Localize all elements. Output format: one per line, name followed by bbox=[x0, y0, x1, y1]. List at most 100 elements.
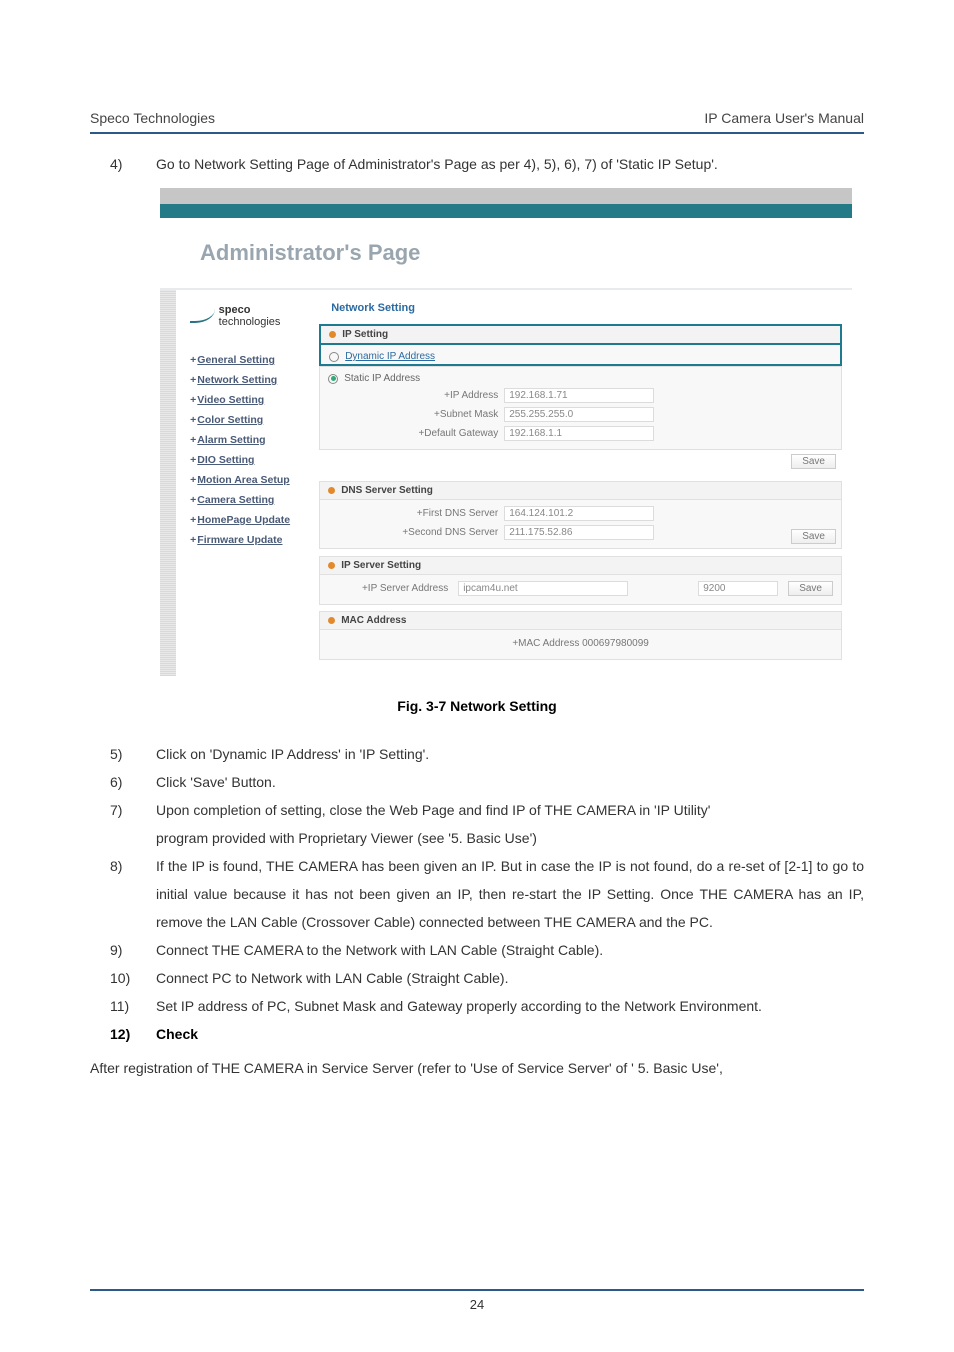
dynamic-ip-label[interactable]: Dynamic IP Address bbox=[345, 351, 435, 362]
ip-setting-box: IP Setting Dynamic IP Address Static IP … bbox=[319, 324, 842, 475]
gateway-row: +Default Gateway 192.168.1.1 bbox=[328, 424, 833, 443]
dns-first-row: +First DNS Server 164.124.101.2 bbox=[328, 504, 833, 523]
gateway-input[interactable]: 192.168.1.1 bbox=[504, 426, 654, 441]
nav-firmware-update[interactable]: Firmware Update bbox=[190, 530, 303, 550]
header-right: IP Camera User's Manual bbox=[704, 110, 864, 126]
step-row: 9) Connect THE CAMERA to the Network with… bbox=[110, 936, 864, 964]
step-row: 5)Click on 'Dynamic IP Address' in 'IP S… bbox=[110, 740, 864, 768]
logo-text: speco technologies bbox=[219, 304, 304, 328]
footer-rule bbox=[90, 1289, 864, 1291]
dns-second-input[interactable]: 211.175.52.86 bbox=[504, 525, 654, 540]
nav-motion-area-setup[interactable]: Motion Area Setup bbox=[190, 470, 303, 490]
step-number: 9) bbox=[110, 936, 138, 964]
ipserver-port-input[interactable]: 9200 bbox=[698, 581, 778, 596]
step-text: Set IP address of PC, Subnet Mask and Ga… bbox=[156, 992, 864, 1020]
step-number: 6) bbox=[110, 768, 138, 796]
mac-title: MAC Address bbox=[319, 611, 842, 630]
header-left: Speco Technologies bbox=[90, 110, 215, 126]
mac-row: +MAC Address 000697980099 bbox=[328, 634, 833, 653]
dns-title-text: DNS Server Setting bbox=[341, 485, 433, 496]
dns-box: DNS Server Setting +First DNS Server 164… bbox=[319, 481, 842, 550]
nav-camera-setting[interactable]: Camera Setting bbox=[190, 490, 303, 510]
mac-label: +MAC Address bbox=[512, 638, 579, 649]
step-row: 10) Connect PC to Network with LAN Cable … bbox=[110, 964, 864, 992]
ip-setting-body: Dynamic IP Address bbox=[319, 345, 842, 366]
ipserver-box: IP Server Setting +IP Server Address ipc… bbox=[319, 556, 842, 605]
dns-title: DNS Server Setting bbox=[319, 481, 842, 500]
radio-static[interactable] bbox=[328, 374, 338, 384]
ip-setting-title-text: IP Setting bbox=[342, 329, 388, 340]
bullet-icon bbox=[328, 617, 335, 624]
bullet-icon bbox=[329, 331, 336, 338]
subnet-mask-label: +Subnet Mask bbox=[328, 409, 498, 420]
side-gray-strip bbox=[160, 290, 176, 676]
step-number: 8) bbox=[110, 852, 138, 936]
dns-first-input[interactable]: 164.124.101.2 bbox=[504, 506, 654, 521]
ipserver-title: IP Server Setting bbox=[319, 556, 842, 575]
ipserver-label: +IP Server Address bbox=[328, 583, 448, 594]
step-row: 7) Upon completion of setting, close the … bbox=[110, 796, 864, 824]
admin-grid: speco technologies General Setting Netwo… bbox=[160, 290, 852, 676]
ip-address-row: +IP Address 192.168.1.71 bbox=[328, 386, 833, 405]
step-number: 5) bbox=[110, 740, 138, 768]
nav-homepage-update[interactable]: HomePage Update bbox=[190, 510, 303, 530]
logo-rest: technologies bbox=[219, 316, 281, 328]
header-rule bbox=[90, 132, 864, 134]
logo-swoosh-icon bbox=[190, 309, 215, 323]
logo-bold: speco bbox=[219, 304, 251, 316]
dns-first-label: +First DNS Server bbox=[328, 508, 498, 519]
ipserver-host-input[interactable]: ipcam4u.net bbox=[458, 581, 628, 596]
step-text: Connect THE CAMERA to the Network with L… bbox=[156, 936, 864, 964]
admin-sidebar: speco technologies General Setting Netwo… bbox=[176, 290, 313, 676]
bullet-icon bbox=[328, 562, 335, 569]
admin-title: Administrator's Page bbox=[160, 218, 852, 288]
teal-bar bbox=[160, 204, 852, 218]
ip-setting-title: IP Setting bbox=[319, 324, 842, 345]
nav-alarm-setting[interactable]: Alarm Setting bbox=[190, 430, 303, 450]
nav-dio-setting[interactable]: DIO Setting bbox=[190, 450, 303, 470]
ip-setting-save-row: Save bbox=[319, 450, 842, 475]
mac-box: MAC Address +MAC Address 000697980099 bbox=[319, 611, 842, 660]
ip-setting-static-body: Static IP Address +IP Address 192.168.1.… bbox=[319, 366, 842, 450]
nav-video-setting[interactable]: Video Setting bbox=[190, 390, 303, 410]
steps-list: 5)Click on 'Dynamic IP Address' in 'IP S… bbox=[90, 740, 864, 1020]
ipserver-body: +IP Server Address ipcam4u.net 9200 Save bbox=[319, 575, 842, 605]
step-text: Upon completion of setting, close the We… bbox=[156, 796, 864, 824]
step-number: 10) bbox=[110, 964, 138, 992]
admin-main: Network Setting IP Setting Dynamic IP Ad… bbox=[313, 290, 852, 676]
gateway-label: +Default Gateway bbox=[328, 428, 498, 439]
page: Speco Technologies IP Camera User's Manu… bbox=[0, 0, 954, 1352]
figure-caption: Fig. 3-7 Network Setting bbox=[90, 698, 864, 714]
page-header: Speco Technologies IP Camera User's Manu… bbox=[90, 110, 864, 132]
step-number: 7) bbox=[110, 796, 138, 824]
nav-network-setting[interactable]: Network Setting bbox=[190, 370, 303, 390]
step-number: 11) bbox=[110, 992, 138, 1020]
nav-general-setting[interactable]: General Setting bbox=[190, 350, 303, 370]
step-number: 12) bbox=[110, 1020, 138, 1048]
static-ip-row[interactable]: Static IP Address bbox=[328, 371, 833, 386]
step-text: Click 'Save' Button. bbox=[156, 768, 864, 796]
ipserver-row: +IP Server Address ipcam4u.net 9200 Save bbox=[328, 579, 833, 598]
dns-save-button[interactable]: Save bbox=[791, 529, 836, 544]
ip-setting-save-button[interactable]: Save bbox=[791, 454, 836, 469]
step-text: If the IP is found, THE CAMERA has been … bbox=[156, 852, 864, 936]
ip-address-label: +IP Address bbox=[328, 390, 498, 401]
step-text: Go to Network Setting Page of Administra… bbox=[156, 150, 864, 178]
ip-address-input[interactable]: 192.168.1.71 bbox=[504, 388, 654, 403]
step-row: 11) Set IP address of PC, Subnet Mask and… bbox=[110, 992, 864, 1020]
bullet-icon bbox=[328, 487, 335, 494]
nav-color-setting[interactable]: Color Setting bbox=[190, 410, 303, 430]
ipserver-save-button[interactable]: Save bbox=[788, 581, 833, 596]
ipserver-title-text: IP Server Setting bbox=[341, 560, 421, 571]
section-header: Network Setting bbox=[313, 300, 842, 324]
mac-value: 000697980099 bbox=[582, 638, 649, 649]
step-number: 4) bbox=[110, 150, 138, 178]
step-row: 6) Click 'Save' Button. bbox=[110, 768, 864, 796]
dynamic-ip-row[interactable]: Dynamic IP Address bbox=[329, 349, 832, 364]
step-text: Connect PC to Network with LAN Cable (St… bbox=[156, 964, 864, 992]
mac-title-text: MAC Address bbox=[341, 615, 406, 626]
radio-dynamic[interactable] bbox=[329, 352, 339, 362]
after-text: After registration of THE CAMERA in Serv… bbox=[90, 1054, 864, 1082]
subnet-mask-input[interactable]: 255.255.255.0 bbox=[504, 407, 654, 422]
step-text: Check bbox=[156, 1020, 864, 1048]
